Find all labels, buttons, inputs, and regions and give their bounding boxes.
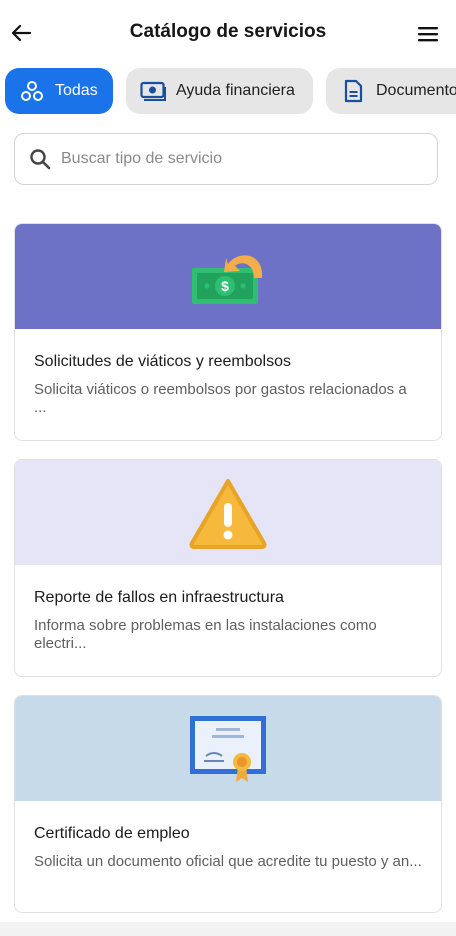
search-box[interactable] — [14, 133, 438, 185]
arrow-left-icon[interactable] — [10, 22, 32, 44]
filter-chip-label: Todas — [55, 82, 98, 99]
app-header: Catálogo de servicios — [0, 0, 456, 64]
service-card-description: Informa sobre problemas en las instalaci… — [34, 617, 377, 652]
service-card-banner: $ — [15, 224, 441, 329]
service-card[interactable]: Reporte de fallos en infraestructura Inf… — [14, 459, 442, 677]
filter-chip-label: Documentos — [376, 82, 456, 99]
page-title: Catálogo de servicios — [129, 21, 327, 42]
categories-icon — [19, 79, 45, 103]
service-card-title: Solicitudes de viáticos y reembolsos — [34, 353, 292, 370]
service-card-banner — [15, 696, 441, 801]
search-input[interactable] — [61, 150, 401, 168]
svg-text:$: $ — [221, 278, 229, 294]
hamburger-menu-icon[interactable] — [416, 24, 440, 44]
service-card-description: Solicita un documento oficial que acredi… — [34, 853, 422, 870]
document-icon — [340, 79, 366, 103]
money-refund-icon: $ — [192, 254, 263, 304]
service-card[interactable]: Certificado de empleo Solicita un docume… — [14, 695, 442, 913]
filter-chip-label: Ayuda financiera — [176, 82, 295, 99]
service-card-description: Solicita viáticos o reembolsos por gasto… — [34, 381, 407, 416]
service-card-banner — [15, 460, 441, 565]
warning-icon — [189, 478, 267, 549]
service-card-title: Reporte de fallos en infraestructura — [34, 589, 284, 606]
category-filter-bar: Todas Ayuda financiera Documentos — [0, 64, 456, 118]
bottom-edge — [0, 922, 456, 936]
filter-chip-ayuda-financiera[interactable]: Ayuda financiera — [126, 68, 313, 114]
filter-chip-todas[interactable]: Todas — [5, 68, 113, 114]
service-card[interactable]: $ Solicitudes de viáticos y reembolsos S… — [14, 223, 442, 441]
search-icon — [30, 149, 51, 170]
money-icon — [140, 79, 166, 103]
service-card-title: Certificado de empleo — [34, 825, 190, 842]
certificate-icon — [190, 715, 266, 782]
filter-chip-documentos[interactable]: Documentos — [326, 68, 456, 114]
